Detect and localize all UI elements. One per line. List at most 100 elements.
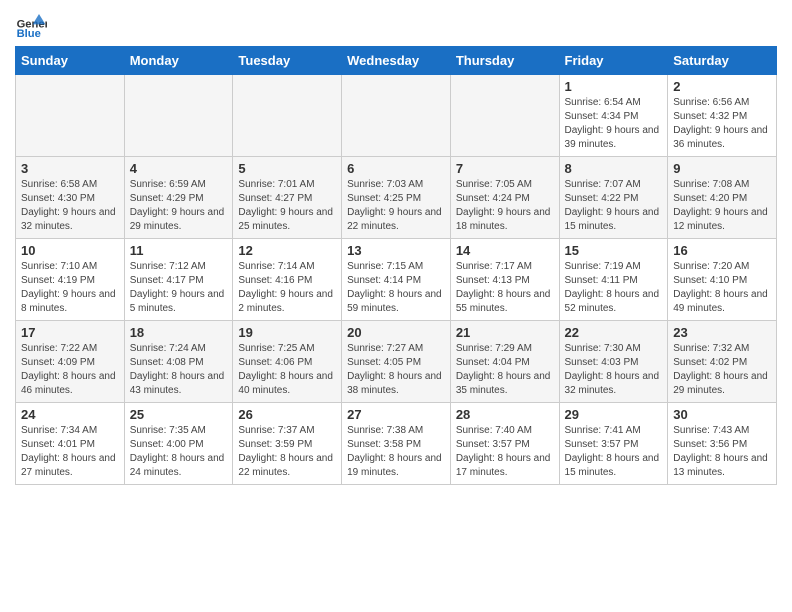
day-number: 1 xyxy=(565,79,663,94)
week-row-3: 10Sunrise: 7:10 AM Sunset: 4:19 PM Dayli… xyxy=(16,239,777,321)
day-cell-13: 13 Sunrise: 7:15 AM Sunset: 4:14 PM Dayli… xyxy=(342,239,451,321)
day-cell-20: 20 Sunrise: 7:27 AM Sunset: 4:05 PM Dayli… xyxy=(342,321,451,403)
day-number: 28 xyxy=(456,407,554,422)
day-number: 7 xyxy=(456,161,554,176)
day-info: Sunrise: 7:43 AM Sunset: 3:56 PM Dayligh… xyxy=(673,424,771,480)
day-number: 19 xyxy=(238,325,336,340)
day-info: Sunrise: 7:25 AM Sunset: 4:06 PM Dayligh… xyxy=(238,342,336,398)
day-cell-22: 22 Sunrise: 7:30 AM Sunset: 4:03 PM Dayli… xyxy=(559,321,668,403)
day-number: 12 xyxy=(238,243,336,258)
day-number: 29 xyxy=(565,407,663,422)
day-number: 22 xyxy=(565,325,663,340)
day-info: Sunrise: 7:20 AM Sunset: 4:10 PM Dayligh… xyxy=(673,260,771,316)
day-number: 14 xyxy=(456,243,554,258)
header-wednesday: Wednesday xyxy=(342,47,451,75)
day-number: 17 xyxy=(21,325,119,340)
day-info: Sunrise: 6:58 AM Sunset: 4:30 PM Dayligh… xyxy=(21,178,119,234)
day-number: 25 xyxy=(130,407,228,422)
day-cell-8: 8Sunrise: 7:07 AM Sunset: 4:22 PM Daylig… xyxy=(559,157,668,239)
day-cell-27: 27Sunrise: 7:38 AM Sunset: 3:58 PM Dayli… xyxy=(342,403,451,485)
day-number: 15 xyxy=(565,243,663,258)
day-number: 30 xyxy=(673,407,771,422)
day-info: Sunrise: 7:03 AM Sunset: 4:25 PM Dayligh… xyxy=(347,178,445,234)
svg-text:Blue: Blue xyxy=(17,28,41,40)
logo-icon: General Blue xyxy=(15,10,47,42)
day-info: Sunrise: 7:27 AM Sunset: 4:05 PM Dayligh… xyxy=(347,342,445,398)
day-cell-12: 12 Sunrise: 7:14 AM Sunset: 4:16 PM Dayli… xyxy=(233,239,342,321)
day-number: 24 xyxy=(21,407,119,422)
day-info: Sunrise: 7:30 AM Sunset: 4:03 PM Dayligh… xyxy=(565,342,663,398)
day-number: 20 xyxy=(347,325,445,340)
day-number: 10 xyxy=(21,243,119,258)
day-cell-6: 6 Sunrise: 7:03 AM Sunset: 4:25 PM Daylig… xyxy=(342,157,451,239)
day-cell-17: 17 Sunrise: 7:22 AM Sunset: 4:09 PM Dayli… xyxy=(16,321,125,403)
header-thursday: Thursday xyxy=(450,47,559,75)
day-cell-30: 30 Sunrise: 7:43 AM Sunset: 3:56 PM Dayli… xyxy=(668,403,777,485)
empty-cell xyxy=(124,75,233,157)
day-info: Sunrise: 7:15 AM Sunset: 4:14 PM Dayligh… xyxy=(347,260,445,316)
day-cell-2: 2 Sunrise: 6:56 AM Sunset: 4:32 PM Daylig… xyxy=(668,75,777,157)
day-info: Sunrise: 7:12 AM Sunset: 4:17 PM Dayligh… xyxy=(130,260,228,316)
header-friday: Friday xyxy=(559,47,668,75)
day-cell-19: 19 Sunrise: 7:25 AM Sunset: 4:06 PM Dayli… xyxy=(233,321,342,403)
day-cell-9: 9 Sunrise: 7:08 AM Sunset: 4:20 PM Daylig… xyxy=(668,157,777,239)
day-info: Sunrise: 7:19 AM Sunset: 4:11 PM Dayligh… xyxy=(565,260,663,316)
day-cell-15: 15 Sunrise: 7:19 AM Sunset: 4:11 PM Dayli… xyxy=(559,239,668,321)
empty-cell xyxy=(342,75,451,157)
day-number: 9 xyxy=(673,161,771,176)
day-number: 2 xyxy=(673,79,771,94)
day-cell-10: 10Sunrise: 7:10 AM Sunset: 4:19 PM Dayli… xyxy=(16,239,125,321)
calendar-header-row: SundayMondayTuesdayWednesdayThursdayFrid… xyxy=(16,47,777,75)
day-info: Sunrise: 6:54 AM Sunset: 4:34 PM Dayligh… xyxy=(565,96,663,152)
header-sunday: Sunday xyxy=(16,47,125,75)
day-number: 5 xyxy=(238,161,336,176)
day-number: 4 xyxy=(130,161,228,176)
calendar-table: SundayMondayTuesdayWednesdayThursdayFrid… xyxy=(15,46,777,485)
logo: General Blue xyxy=(15,10,47,42)
day-cell-5: 5 Sunrise: 7:01 AM Sunset: 4:27 PM Daylig… xyxy=(233,157,342,239)
header-tuesday: Tuesday xyxy=(233,47,342,75)
day-info: Sunrise: 7:14 AM Sunset: 4:16 PM Dayligh… xyxy=(238,260,336,316)
day-cell-26: 26Sunrise: 7:37 AM Sunset: 3:59 PM Dayli… xyxy=(233,403,342,485)
day-number: 16 xyxy=(673,243,771,258)
day-info: Sunrise: 7:24 AM Sunset: 4:08 PM Dayligh… xyxy=(130,342,228,398)
day-info: Sunrise: 7:35 AM Sunset: 4:00 PM Dayligh… xyxy=(130,424,228,480)
day-cell-25: 25 Sunrise: 7:35 AM Sunset: 4:00 PM Dayli… xyxy=(124,403,233,485)
day-number: 6 xyxy=(347,161,445,176)
day-info: Sunrise: 7:29 AM Sunset: 4:04 PM Dayligh… xyxy=(456,342,554,398)
day-info: Sunrise: 7:41 AM Sunset: 3:57 PM Dayligh… xyxy=(565,424,663,480)
day-cell-28: 28 Sunrise: 7:40 AM Sunset: 3:57 PM Dayli… xyxy=(450,403,559,485)
day-cell-3: 3 Sunrise: 6:58 AM Sunset: 4:30 PM Daylig… xyxy=(16,157,125,239)
day-cell-4: 4Sunrise: 6:59 AM Sunset: 4:29 PM Daylig… xyxy=(124,157,233,239)
day-number: 3 xyxy=(21,161,119,176)
day-info: Sunrise: 6:56 AM Sunset: 4:32 PM Dayligh… xyxy=(673,96,771,152)
empty-cell xyxy=(450,75,559,157)
day-cell-16: 16 Sunrise: 7:20 AM Sunset: 4:10 PM Dayli… xyxy=(668,239,777,321)
week-row-5: 24Sunrise: 7:34 AM Sunset: 4:01 PM Dayli… xyxy=(16,403,777,485)
header-monday: Monday xyxy=(124,47,233,75)
day-number: 21 xyxy=(456,325,554,340)
header-saturday: Saturday xyxy=(668,47,777,75)
day-cell-21: 21 Sunrise: 7:29 AM Sunset: 4:04 PM Dayli… xyxy=(450,321,559,403)
day-cell-23: 23 Sunrise: 7:32 AM Sunset: 4:02 PM Dayli… xyxy=(668,321,777,403)
day-number: 13 xyxy=(347,243,445,258)
day-cell-24: 24Sunrise: 7:34 AM Sunset: 4:01 PM Dayli… xyxy=(16,403,125,485)
day-cell-29: 29 Sunrise: 7:41 AM Sunset: 3:57 PM Dayli… xyxy=(559,403,668,485)
day-info: Sunrise: 7:07 AM Sunset: 4:22 PM Dayligh… xyxy=(565,178,663,234)
day-cell-11: 11Sunrise: 7:12 AM Sunset: 4:17 PM Dayli… xyxy=(124,239,233,321)
day-info: Sunrise: 7:32 AM Sunset: 4:02 PM Dayligh… xyxy=(673,342,771,398)
day-number: 18 xyxy=(130,325,228,340)
day-number: 23 xyxy=(673,325,771,340)
day-info: Sunrise: 7:38 AM Sunset: 3:58 PM Dayligh… xyxy=(347,424,445,480)
day-cell-14: 14 Sunrise: 7:17 AM Sunset: 4:13 PM Dayli… xyxy=(450,239,559,321)
week-row-4: 17 Sunrise: 7:22 AM Sunset: 4:09 PM Dayli… xyxy=(16,321,777,403)
week-row-1: 1 Sunrise: 6:54 AM Sunset: 4:34 PM Daylig… xyxy=(16,75,777,157)
day-info: Sunrise: 7:01 AM Sunset: 4:27 PM Dayligh… xyxy=(238,178,336,234)
day-info: Sunrise: 7:17 AM Sunset: 4:13 PM Dayligh… xyxy=(456,260,554,316)
day-cell-7: 7Sunrise: 7:05 AM Sunset: 4:24 PM Daylig… xyxy=(450,157,559,239)
empty-cell xyxy=(233,75,342,157)
day-info: Sunrise: 7:40 AM Sunset: 3:57 PM Dayligh… xyxy=(456,424,554,480)
week-row-2: 3 Sunrise: 6:58 AM Sunset: 4:30 PM Daylig… xyxy=(16,157,777,239)
day-info: Sunrise: 7:22 AM Sunset: 4:09 PM Dayligh… xyxy=(21,342,119,398)
day-info: Sunrise: 7:08 AM Sunset: 4:20 PM Dayligh… xyxy=(673,178,771,234)
